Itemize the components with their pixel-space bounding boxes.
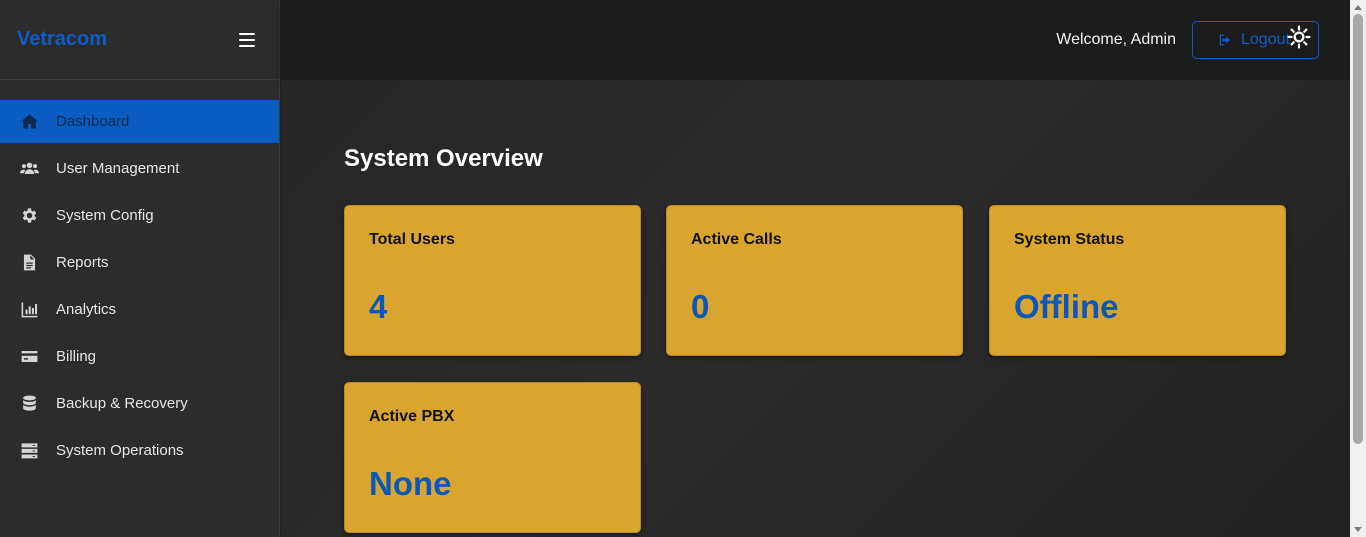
main-content: System Overview Total Users 4 Active Cal… [281, 80, 1350, 537]
users-icon [19, 159, 39, 179]
sidebar: Vetracom Dashboard User Management Syste… [0, 0, 280, 537]
vertical-scrollbar[interactable] [1350, 0, 1366, 537]
card-title: Total Users [369, 231, 455, 248]
sidebar-item-label: System Operations [56, 442, 184, 459]
home-icon [19, 112, 39, 132]
sidebar-item-billing[interactable]: Billing [0, 335, 279, 378]
stat-card-active-calls: Active Calls 0 [666, 205, 963, 356]
logout-label: Logout [1241, 31, 1290, 48]
card-value: None [369, 465, 452, 502]
card-title: System Status [1014, 231, 1125, 248]
scroll-thumb[interactable] [1353, 14, 1363, 444]
sidebar-item-reports[interactable]: Reports [0, 241, 279, 284]
sidebar-item-label: Dashboard [56, 113, 130, 130]
sidebar-item-label: Backup & Recovery [56, 395, 188, 412]
sidebar-item-analytics[interactable]: Analytics [0, 288, 279, 331]
sidebar-item-system-config[interactable]: System Config [0, 194, 279, 237]
sidebar-item-label: Billing [56, 348, 97, 365]
sidebar-item-label: System Config [56, 207, 154, 224]
sidebar-item-dashboard[interactable]: Dashboard [0, 100, 279, 143]
sidebar-item-backup-recovery[interactable]: Backup & Recovery [0, 382, 279, 425]
menu-toggle-icon[interactable] [239, 32, 255, 47]
stat-card-system-status: System Status Offline [989, 205, 1286, 356]
card-title: Active Calls [691, 231, 782, 248]
page-title: System Overview [344, 145, 543, 172]
scroll-up-icon[interactable] [1354, 5, 1362, 10]
card-title: Active PBX [369, 408, 455, 425]
database-icon [19, 394, 39, 414]
card-value: 4 [369, 288, 388, 325]
sidebar-item-system-operations[interactable]: System Operations [0, 429, 279, 472]
credit-card-icon [19, 347, 39, 367]
sun-icon[interactable] [1287, 25, 1311, 49]
stat-card-total-users: Total Users 4 [344, 205, 641, 356]
sidebar-nav: Dashboard User Management System Config … [0, 100, 279, 472]
server-icon [19, 441, 39, 461]
sidebar-item-label: User Management [56, 160, 180, 177]
card-value: Offline [1014, 288, 1119, 325]
brand-logo[interactable]: Vetracom [17, 28, 107, 51]
sidebar-item-user-management[interactable]: User Management [0, 147, 279, 190]
sidebar-item-label: Reports [56, 254, 109, 271]
welcome-text: Welcome, Admin [1056, 31, 1176, 48]
document-icon [19, 253, 39, 273]
bar-chart-icon [19, 300, 39, 320]
gear-icon [19, 206, 39, 226]
sidebar-item-label: Analytics [56, 301, 117, 318]
logout-icon [1219, 34, 1231, 46]
scroll-down-icon[interactable] [1354, 527, 1362, 532]
top-bar: Welcome, Admin Logout [281, 0, 1350, 80]
card-value: 0 [691, 288, 710, 325]
stat-card-active-pbx: Active PBX None [344, 382, 641, 533]
sidebar-header: Vetracom [0, 0, 279, 80]
